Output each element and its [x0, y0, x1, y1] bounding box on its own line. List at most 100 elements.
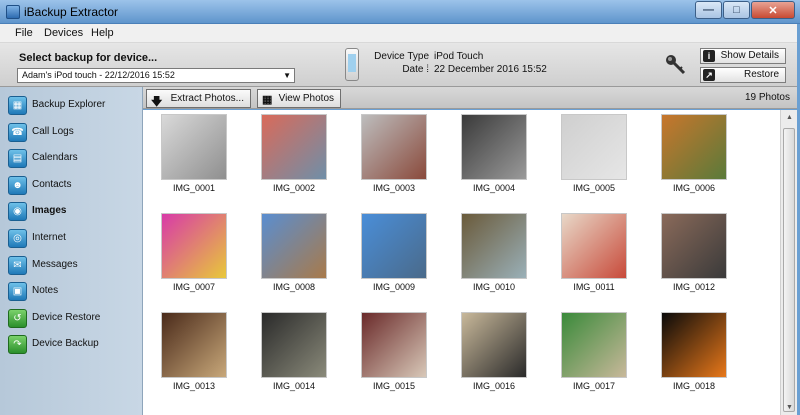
select-backup-label: Select backup for device...: [19, 52, 158, 64]
photo-caption: IMG_0006: [672, 183, 716, 193]
show-details-button[interactable]: i Show Details: [700, 48, 786, 64]
photo-thumbnail[interactable]: [561, 213, 627, 279]
notes-icon: ▣: [8, 282, 27, 302]
photo-grid: IMG_0001 IMG_0002 IMG_0003 IMG_0004 IMG_0005…: [143, 110, 780, 415]
sidebar-item-device-restore[interactable]: ↺ Device Restore: [5, 307, 139, 329]
photo-thumbnail[interactable]: [261, 213, 327, 279]
minimize-button[interactable]: —: [695, 1, 722, 19]
photo-icon: ▦: [262, 94, 273, 106]
scroll-up-icon[interactable]: ▲: [781, 110, 798, 125]
photo-caption: IMG_0013: [172, 381, 216, 391]
sidebar-item-label: Internet: [32, 232, 66, 243]
sidebar-item-label: Contacts: [32, 178, 72, 190]
photo-thumbnail[interactable]: [161, 114, 227, 180]
photo-thumbnail[interactable]: [461, 114, 527, 180]
sidebar-item-messages[interactable]: ✉ Messages: [5, 254, 139, 276]
sidebar-item-label: Call Logs: [32, 125, 74, 137]
device-date-key: Date :: [402, 64, 429, 75]
photo-thumbnail[interactable]: [661, 213, 727, 279]
backup-explorer-icon: ▦: [8, 96, 27, 115]
photo-caption: IMG_0001: [172, 183, 216, 193]
photo-caption: IMG_0015: [372, 381, 416, 391]
calendar-icon: ▤: [8, 149, 27, 169]
info-icon: i: [703, 50, 715, 62]
sidebar-item-device-backup[interactable]: ↷ Device Backup: [5, 333, 139, 355]
sidebar: ▦ Backup Explorer ☎ Call Logs ▤ Calendars ☻ Con…: [0, 87, 143, 415]
photo-thumbnail[interactable]: [661, 312, 727, 378]
device-select-value: Adam's iPod touch - 22/12/2016 15:52: [22, 70, 175, 80]
view-photos-button[interactable]: ▦ View Photos: [257, 89, 341, 108]
photo-caption: IMG_0008: [272, 282, 316, 292]
phone-icon: ☎: [8, 122, 27, 142]
window-title: iBackup Extractor: [24, 5, 119, 19]
sidebar-item-calendars[interactable]: ▤ Calendars: [5, 147, 139, 169]
menu-bar: File Devices Help: [0, 24, 800, 43]
menu-devices[interactable]: Devices: [44, 27, 83, 39]
device-select[interactable]: Adam's iPod touch - 22/12/2016 15:52 ▼: [17, 68, 295, 83]
device-backup-icon: ↷: [8, 335, 27, 355]
messages-icon: ✉: [8, 255, 27, 275]
photo-thumbnail[interactable]: [561, 312, 627, 378]
sidebar-item-contacts[interactable]: ☻ Contacts: [5, 174, 139, 196]
extract-photos-button[interactable]: 🡇 Extract Photos...: [146, 89, 251, 108]
device-date-value: 22 December 2016 15:52: [434, 64, 547, 75]
device-header: Select backup for device... Adam's iPod …: [0, 43, 800, 87]
sidebar-item-label: Backup Explorer: [32, 99, 106, 110]
photo-caption: IMG_0017: [572, 381, 616, 391]
ipod-device-icon: [345, 48, 359, 81]
photos-toolbar: 🡇 Extract Photos... ▦ View Photos 19 Pho…: [143, 87, 800, 109]
photo-caption: IMG_0003: [372, 183, 416, 193]
sidebar-item-label: Images: [32, 205, 67, 217]
menu-help[interactable]: Help: [91, 27, 114, 39]
photo-caption: IMG_0012: [672, 282, 716, 292]
photo-caption: IMG_0016: [472, 381, 516, 391]
sidebar-item-label: Notes: [32, 285, 59, 297]
photo-thumbnail[interactable]: [261, 114, 327, 180]
sidebar-item-notes[interactable]: ▣ Notes: [5, 280, 139, 302]
scroll-down-icon[interactable]: ▼: [781, 400, 798, 415]
maximize-button[interactable]: □: [723, 1, 750, 19]
sidebar-item-backup-explorer[interactable]: ▦ Backup Explorer: [5, 94, 139, 116]
photo-thumbnail[interactable]: [261, 312, 327, 378]
restore-icon: ↗: [703, 69, 715, 81]
sidebar-item-images[interactable]: ◉ Images: [5, 200, 139, 222]
photo-caption: IMG_0002: [272, 183, 316, 193]
device-restore-icon: ↺: [8, 308, 27, 328]
photo-thumbnail[interactable]: [461, 213, 527, 279]
photo-thumbnail[interactable]: [361, 114, 427, 180]
photo-thumbnail[interactable]: [361, 213, 427, 279]
device-type-value: iPod Touch: [434, 51, 484, 62]
photo-caption: IMG_0004: [472, 183, 516, 193]
app-icon: [6, 5, 20, 19]
vertical-scrollbar[interactable]: ▲ ▼: [780, 110, 797, 415]
photo-thumbnail[interactable]: [361, 312, 427, 378]
photo-caption: IMG_0014: [272, 381, 316, 391]
sidebar-item-call-logs[interactable]: ☎ Call Logs: [5, 121, 139, 143]
photo-caption: IMG_0010: [472, 282, 516, 292]
photo-caption: IMG_0005: [572, 183, 616, 193]
photo-caption: IMG_0011: [573, 282, 615, 292]
sidebar-item-internet[interactable]: ◎ Internet: [5, 227, 139, 249]
chevron-down-icon: ▼: [283, 71, 291, 80]
sidebar-item-label: Calendars: [32, 152, 78, 164]
sidebar-item-label: Messages: [32, 258, 78, 270]
close-button[interactable]: ✕: [751, 1, 795, 19]
photo-caption: IMG_0007: [172, 282, 216, 292]
menu-file[interactable]: File: [15, 27, 33, 39]
photo-thumbnail[interactable]: [461, 312, 527, 378]
contacts-icon: ☻: [8, 175, 27, 195]
images-icon: ◉: [8, 202, 27, 222]
photo-caption: IMG_0018: [672, 381, 716, 391]
restore-button[interactable]: ↗ Restore: [700, 67, 786, 83]
photo-count: 19 Photos: [744, 92, 790, 103]
scrollbar-thumb[interactable]: [783, 128, 795, 412]
key-icon: [666, 55, 686, 75]
photo-thumbnail[interactable]: [161, 213, 227, 279]
photo-thumbnail[interactable]: [661, 114, 727, 180]
title-bar: iBackup Extractor — □ ✕: [0, 0, 800, 24]
internet-icon: ◎: [8, 229, 27, 248]
photo-thumbnail[interactable]: [161, 312, 227, 378]
sidebar-item-label: Device Restore: [32, 311, 101, 323]
sidebar-item-label: Device Backup: [32, 338, 99, 350]
photo-thumbnail[interactable]: [561, 114, 627, 180]
